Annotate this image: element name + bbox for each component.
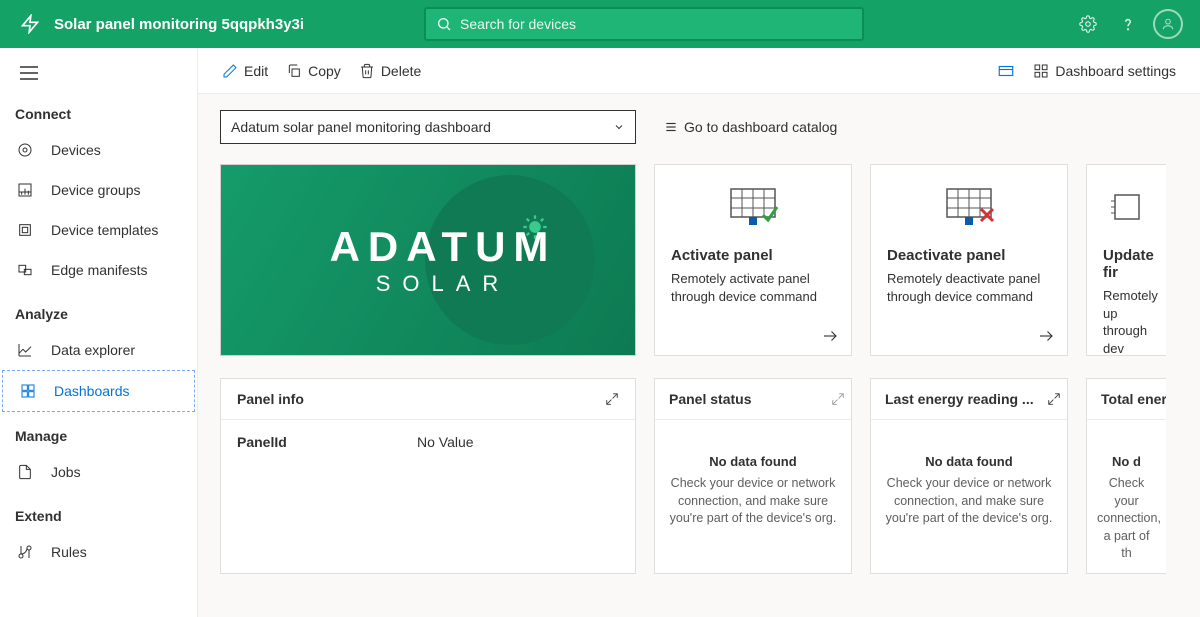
brand-line1: ADATUM: [330, 223, 557, 271]
chip-icon: [1103, 185, 1150, 233]
device-groups-icon: [15, 180, 35, 200]
search-input[interactable]: [460, 16, 852, 32]
sidebar: Connect Devices Device groups Device tem…: [0, 48, 198, 617]
delete-button[interactable]: Delete: [359, 63, 421, 79]
dashboard-settings-button[interactable]: Dashboard settings: [1033, 63, 1176, 79]
sidebar-item-label: Data explorer: [51, 342, 135, 358]
sidebar-item-devices[interactable]: Devices: [0, 130, 197, 170]
sidebar-item-dashboards[interactable]: Dashboards: [2, 370, 195, 412]
info-key: PanelId: [237, 434, 417, 450]
nodata-title: No d: [1097, 454, 1156, 469]
toolbar-label: Edit: [244, 63, 268, 79]
app-title: Solar panel monitoring 5qqpkh3y3i: [54, 16, 304, 33]
expand-icon[interactable]: [1047, 392, 1061, 406]
jobs-icon: [15, 462, 35, 482]
edge-manifests-icon: [15, 260, 35, 280]
copy-icon: [286, 63, 302, 79]
toolbar-label: Dashboard settings: [1055, 63, 1176, 79]
sidebar-section-connect: Connect: [0, 90, 197, 130]
dashboard-catalog-link[interactable]: Go to dashboard catalog: [664, 119, 837, 135]
arrow-right-icon[interactable]: [821, 327, 839, 345]
app-logo-icon: [12, 14, 48, 34]
sidebar-section-extend: Extend: [0, 492, 197, 532]
brand-line2: SOLAR: [330, 271, 557, 297]
tile-panel-info: Panel info PanelId No Value: [220, 378, 636, 574]
tile-last-energy-reading: Last energy reading ... No data found Ch…: [870, 378, 1068, 574]
sidebar-item-device-groups[interactable]: Device groups: [0, 170, 197, 210]
tile-title: Deactivate panel: [887, 247, 1051, 264]
tile-total-energy: Total ener No d Check your connection, a…: [1086, 378, 1166, 574]
sidebar-item-jobs[interactable]: Jobs: [0, 452, 197, 492]
sidebar-item-label: Jobs: [51, 464, 81, 480]
sidebar-item-device-templates[interactable]: Device templates: [0, 210, 197, 250]
tile-deactivate-panel[interactable]: Deactivate panel Remotely deactivate pan…: [870, 164, 1068, 356]
nodata-title: No data found: [881, 454, 1057, 469]
fullscreen-icon[interactable]: [997, 62, 1015, 80]
dashboard-selector-label: Adatum solar panel monitoring dashboard: [231, 119, 491, 135]
tile-title: Activate panel: [671, 247, 835, 264]
expand-icon[interactable]: [605, 392, 619, 406]
solar-panel-x-icon: [887, 185, 1051, 233]
tile-panel-status: Panel status No data found Check your de…: [654, 378, 852, 574]
dashboards-icon: [18, 381, 38, 401]
tile-title: Last energy reading ...: [885, 391, 1034, 407]
dashboard-selector[interactable]: Adatum solar panel monitoring dashboard: [220, 110, 636, 144]
catalog-label: Go to dashboard catalog: [684, 119, 837, 135]
search-icon: [436, 16, 452, 32]
tile-title: Panel status: [669, 391, 751, 407]
nodata-title: No data found: [665, 454, 841, 469]
data-explorer-icon: [15, 340, 35, 360]
top-bar: Solar panel monitoring 5qqpkh3y3i: [0, 0, 1200, 48]
account-icon[interactable]: [1148, 4, 1188, 44]
help-icon[interactable]: [1108, 4, 1148, 44]
dashboard-settings-icon: [1033, 63, 1049, 79]
sidebar-item-label: Dashboards: [54, 383, 130, 399]
edit-button[interactable]: Edit: [222, 63, 268, 79]
sidebar-item-label: Device groups: [51, 182, 141, 198]
rules-icon: [15, 542, 35, 562]
tile-desc: Remotely activate panel through device c…: [671, 270, 835, 345]
nodata-body: Check your connection, a part of th: [1097, 475, 1156, 563]
tile-title: Total ener: [1101, 391, 1166, 407]
main-content: Edit Copy Delete Dashboard settings: [198, 48, 1200, 617]
tile-update-firmware[interactable]: Update fir Remotely up through dev: [1086, 164, 1166, 356]
sidebar-item-data-explorer[interactable]: Data explorer: [0, 330, 197, 370]
toolbar: Edit Copy Delete Dashboard settings: [198, 48, 1200, 94]
device-templates-icon: [15, 220, 35, 240]
nodata-body: Check your device or network connection,…: [665, 475, 841, 528]
sidebar-item-rules[interactable]: Rules: [0, 532, 197, 572]
sidebar-section-analyze: Analyze: [0, 290, 197, 330]
tile-title: Panel info: [237, 391, 304, 407]
settings-icon[interactable]: [1068, 4, 1108, 44]
sidebar-item-label: Devices: [51, 142, 101, 158]
edit-icon: [222, 63, 238, 79]
arrow-right-icon[interactable]: [1037, 327, 1055, 345]
tile-desc: Remotely deactivate panel through device…: [887, 270, 1051, 345]
sidebar-item-label: Rules: [51, 544, 87, 560]
devices-icon: [15, 140, 35, 160]
delete-icon: [359, 63, 375, 79]
list-icon: [664, 120, 678, 134]
sidebar-item-edge-manifests[interactable]: Edge manifests: [0, 250, 197, 290]
toolbar-label: Delete: [381, 63, 421, 79]
sidebar-item-label: Device templates: [51, 222, 158, 238]
expand-icon[interactable]: [831, 392, 845, 406]
solar-panel-check-icon: [671, 185, 835, 233]
brand-tile: ADATUM SOLAR: [220, 164, 636, 356]
tile-title: Update fir: [1103, 247, 1150, 281]
info-value: No Value: [417, 434, 474, 450]
copy-button[interactable]: Copy: [286, 63, 341, 79]
tile-desc: Remotely up through dev: [1103, 287, 1150, 356]
menu-toggle[interactable]: [0, 56, 197, 90]
search-box[interactable]: [424, 7, 864, 41]
chevron-down-icon: [613, 121, 625, 133]
sidebar-item-label: Edge manifests: [51, 262, 148, 278]
toolbar-label: Copy: [308, 63, 341, 79]
nodata-body: Check your device or network connection,…: [881, 475, 1057, 528]
sidebar-section-manage: Manage: [0, 412, 197, 452]
tile-activate-panel[interactable]: Activate panel Remotely activate panel t…: [654, 164, 852, 356]
